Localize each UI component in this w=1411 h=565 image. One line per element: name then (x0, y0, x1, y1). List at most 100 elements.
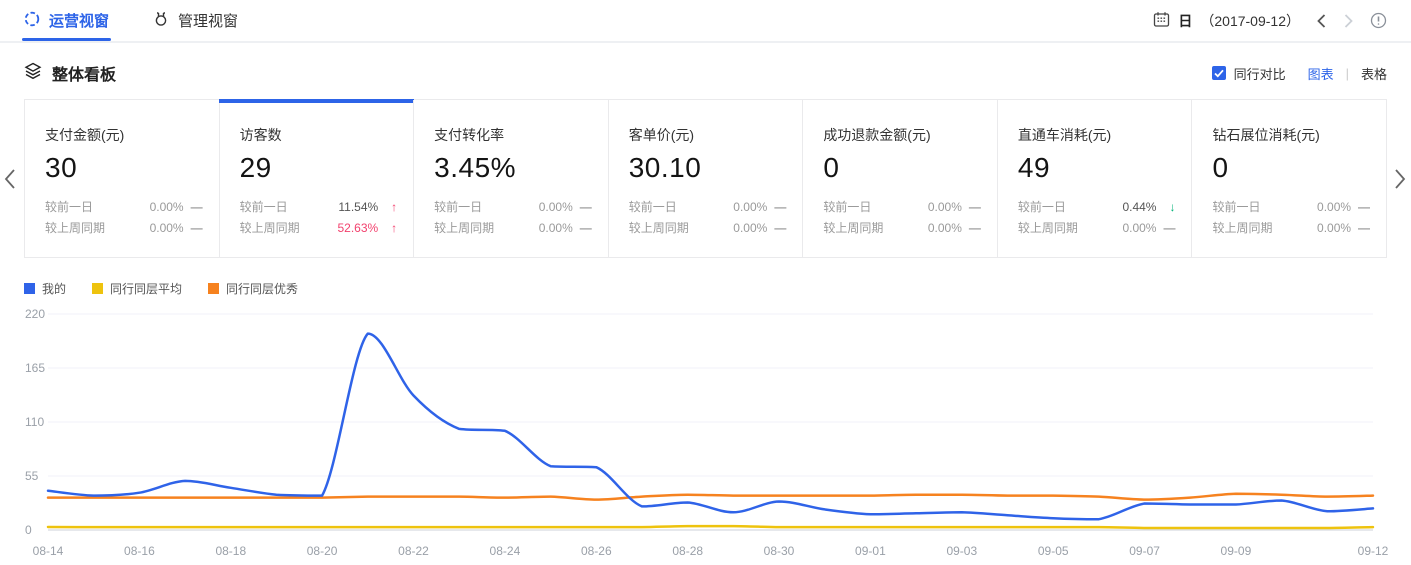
kpi-compare-row: 较上周同期 52.63% ↑ (240, 218, 398, 239)
trend-indicator: — (767, 218, 786, 239)
legend-swatch-peer-average (92, 283, 103, 294)
svg-text:165: 165 (25, 361, 45, 375)
date-granularity: 日 (1178, 11, 1192, 31)
info-icon[interactable] (1370, 12, 1387, 29)
kpi-compare-row: 较前一日 0.00% — (45, 197, 203, 218)
kpi-compare-row: 较上周同期 0.00% — (1212, 218, 1370, 239)
compare-label: 较前一日 (1212, 197, 1301, 218)
kpi-compare-row: 较前一日 0.44% ↓ (1018, 197, 1176, 218)
legend-item-peer-excellent[interactable]: 同行同层优秀 (208, 280, 298, 297)
compare-label: 较前一日 (1018, 197, 1107, 218)
trend-indicator: — (962, 197, 981, 218)
compare-value: 0.00% (913, 197, 962, 218)
kpi-value: 3.45% (434, 152, 592, 184)
kpi-compare-row: 较前一日 0.00% — (823, 197, 981, 218)
kpi-compare-row: 较上周同期 0.00% — (823, 218, 981, 239)
trend-up-icon: ↑ (378, 218, 397, 239)
compare-value: 0.44% (1107, 197, 1156, 218)
svg-text:09-01: 09-01 (855, 544, 886, 558)
view-table-link[interactable]: 表格 (1361, 64, 1387, 83)
compare-label: 较前一日 (629, 197, 718, 218)
kpi-card-payment-amount[interactable]: 支付金额(元) 30 较前一日 0.00% — 较上周同期 0.00% — (25, 100, 219, 257)
kpi-title: 客单价(元) (629, 125, 787, 145)
compare-value: 0.00% (1107, 218, 1156, 239)
kpi-title: 直通车消耗(元) (1018, 125, 1176, 145)
svg-text:09-05: 09-05 (1038, 544, 1069, 558)
trend-line-chart[interactable]: 05511016522008-1408-1608-1808-2008-2208-… (0, 299, 1411, 565)
cards-scroll-left-icon[interactable] (4, 168, 16, 190)
svg-text:0: 0 (25, 523, 32, 537)
kpi-card-conversion-rate[interactable]: 支付转化率 3.45% 较前一日 0.00% — 较上周同期 0.00% — (413, 100, 608, 257)
kpi-compare-row: 较前一日 0.00% — (434, 197, 592, 218)
compare-value: 52.63% (329, 218, 378, 239)
date-picker[interactable]: 日 （2017-09-12） (1153, 11, 1300, 31)
legend-label: 我的 (42, 280, 66, 297)
compare-label: 较前一日 (240, 197, 329, 218)
compare-value: 11.54% (329, 197, 378, 218)
compare-label: 较上周同期 (45, 218, 134, 239)
compare-label: 较上周同期 (823, 218, 912, 239)
svg-text:08-16: 08-16 (124, 544, 155, 558)
kpi-title: 成功退款金额(元) (823, 125, 981, 145)
tab-operation-window[interactable]: 运营视窗 (24, 0, 109, 41)
tab-label: 运营视窗 (49, 10, 109, 31)
legend-item-peer-average[interactable]: 同行同层平均 (92, 280, 182, 297)
tab-management-window[interactable]: 管理视窗 (153, 0, 238, 41)
compare-value: 0.00% (134, 218, 183, 239)
cards-scroll-right-icon[interactable] (1394, 168, 1406, 190)
section-title-group: 整体看板 (24, 61, 116, 85)
view-separator: | (1346, 66, 1349, 81)
trend-indicator: — (1351, 218, 1370, 239)
trend-indicator: — (184, 218, 203, 239)
kpi-card-diamond-spend[interactable]: 钻石展位消耗(元) 0 较前一日 0.00% — 较上周同期 0.00% — (1191, 100, 1386, 257)
compare-value: 0.00% (523, 218, 572, 239)
compare-value: 0.00% (913, 218, 962, 239)
kpi-compare-row: 较上周同期 0.00% — (1018, 218, 1176, 239)
kpi-compare-row: 较上周同期 0.00% — (434, 218, 592, 239)
svg-text:220: 220 (25, 307, 45, 321)
prev-day-button[interactable] (1316, 13, 1327, 29)
svg-text:08-24: 08-24 (490, 544, 521, 558)
svg-text:08-26: 08-26 (581, 544, 612, 558)
legend-item-mine[interactable]: 我的 (24, 280, 66, 297)
svg-text:09-09: 09-09 (1221, 544, 1252, 558)
flask-icon (153, 11, 169, 31)
compare-label: 较前一日 (434, 197, 523, 218)
compare-value: 0.00% (1302, 218, 1351, 239)
trend-up-icon: ↑ (378, 197, 397, 218)
next-day-button[interactable] (1343, 13, 1354, 29)
calendar-icon (1153, 11, 1170, 31)
trend-indicator: — (184, 197, 203, 218)
peer-compare-label: 同行对比 (1234, 64, 1286, 83)
kpi-card-ztc-spend[interactable]: 直通车消耗(元) 49 较前一日 0.44% ↓ 较上周同期 0.00% — (997, 100, 1192, 257)
window-tabs: 运营视窗 管理视窗 (24, 0, 238, 41)
kpi-compare-row: 较前一日 11.54% ↑ (240, 197, 398, 218)
peer-compare-checkbox[interactable] (1212, 66, 1226, 80)
compare-label: 较上周同期 (1212, 218, 1301, 239)
kpi-compare-row: 较上周同期 0.00% — (629, 218, 787, 239)
section-header: 整体看板 同行对比 图表 | 表格 (24, 61, 1387, 85)
legend-label: 同行同层优秀 (226, 280, 298, 297)
svg-text:55: 55 (25, 469, 39, 483)
svg-text:09-03: 09-03 (946, 544, 977, 558)
kpi-card-visitors[interactable]: 访客数 29 较前一日 11.54% ↑ 较上周同期 52.63% ↑ (219, 100, 414, 257)
compare-label: 较上周同期 (434, 218, 523, 239)
svg-text:08-18: 08-18 (215, 544, 246, 558)
kpi-value: 29 (240, 152, 398, 184)
legend-swatch-mine (24, 283, 35, 294)
kpi-card-refund-amount[interactable]: 成功退款金额(元) 0 较前一日 0.00% — 较上周同期 0.00% — (802, 100, 997, 257)
trend-indicator: — (1156, 218, 1175, 239)
view-chart-link[interactable]: 图表 (1308, 64, 1334, 83)
legend-swatch-peer-excellent (208, 283, 219, 294)
layers-icon (24, 62, 42, 85)
kpi-value: 49 (1018, 152, 1176, 184)
compare-label: 较前一日 (45, 197, 134, 218)
kpi-card-avg-order-value[interactable]: 客单价(元) 30.10 较前一日 0.00% — 较上周同期 0.00% — (608, 100, 803, 257)
trend-indicator: — (962, 218, 981, 239)
kpi-compare-row: 较上周同期 0.00% — (45, 218, 203, 239)
svg-text:08-14: 08-14 (33, 544, 64, 558)
kpi-value: 0 (823, 152, 981, 184)
kpi-cards-row: 支付金额(元) 30 较前一日 0.00% — 较上周同期 0.00% — 访客… (24, 99, 1387, 258)
compare-value: 0.00% (718, 218, 767, 239)
dashed-circle-icon (24, 11, 40, 31)
